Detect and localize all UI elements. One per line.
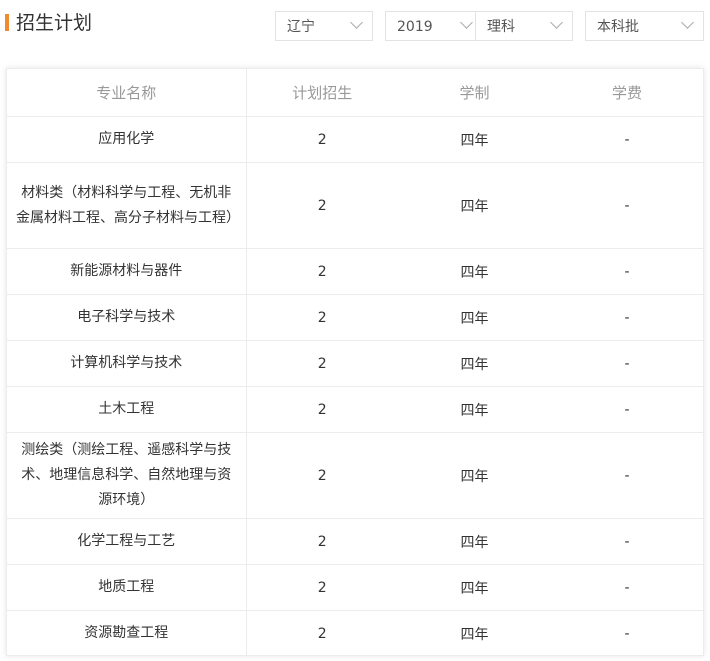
tuition-fee: - — [624, 625, 630, 642]
page-title: 招生计划 — [16, 12, 93, 34]
chevron-down-icon — [460, 16, 473, 29]
tuition-fee: - — [551, 294, 703, 341]
province-select[interactable]: 辽宁 — [275, 11, 373, 41]
table-row: 化学工程与工艺 2 四年 - — [7, 518, 703, 565]
province-select-value: 辽宁 — [287, 19, 315, 35]
chevron-down-icon — [550, 16, 563, 29]
tuition-fee: - — [551, 518, 703, 565]
major-name: 计算机科学与技术 — [7, 340, 247, 387]
table-header-row: 专业名称 计划招生 学制 学费 — [7, 69, 703, 117]
major-name: 地质工程 — [7, 564, 247, 611]
column-header-duration: 学制 — [398, 69, 551, 117]
table-row: 电子科学与技术 2 四年 - — [7, 294, 703, 341]
plan-count: 2 — [246, 248, 398, 295]
major-name: 土木工程 — [7, 386, 247, 433]
plan-count: 2 — [246, 340, 398, 387]
major-name: 资源勘查工程 — [7, 610, 247, 656]
enrollment-plan-table-card: 专业名称 计划招生 学制 学费 应用化学 2 四年 - 材料类（材料科学与工程、… — [6, 68, 704, 656]
chevron-down-icon — [350, 16, 363, 29]
study-duration: 四年 — [398, 518, 551, 565]
study-duration: 四年 — [398, 116, 551, 163]
plan-count: 2 — [246, 386, 398, 433]
major-name: 新能源材料与器件 — [7, 248, 247, 295]
chevron-down-icon — [681, 16, 694, 29]
major-name: 化学工程与工艺 — [7, 518, 247, 565]
table-row: 计算机科学与技术 2 四年 - — [7, 340, 703, 387]
table-row: 资源勘查工程 2 四年 - — [7, 610, 703, 656]
major-name: 测绘类（测绘工程、遥感科学与技术、地理信息科学、自然地理与资源环境） — [7, 432, 247, 519]
title-accent-bar — [5, 14, 9, 31]
subject-select-value: 理科 — [487, 19, 515, 35]
major-name: 应用化学 — [7, 116, 247, 163]
table-row: 应用化学 2 四年 - — [7, 116, 703, 163]
plan-count: 2 — [246, 432, 398, 519]
major-name: 材料类（材料科学与工程、无机非金属材料工程、高分子材料与工程） — [7, 162, 247, 249]
tuition-fee: - — [551, 432, 703, 519]
plan-count: 2 — [246, 518, 398, 565]
enrollment-plan-table: 专业名称 计划招生 学制 学费 应用化学 2 四年 - 材料类（材料科学与工程、… — [7, 69, 703, 656]
column-header-fee: 学费 — [551, 69, 703, 117]
table-row: 测绘类（测绘工程、遥感科学与技术、地理信息科学、自然地理与资源环境） 2 四年 … — [7, 432, 703, 519]
study-duration: 四年 — [460, 626, 489, 643]
study-duration: 四年 — [398, 340, 551, 387]
plan-count: 2 — [317, 625, 327, 642]
tuition-fee: - — [551, 116, 703, 163]
study-duration: 四年 — [398, 248, 551, 295]
tuition-fee: - — [551, 340, 703, 387]
column-header-major: 专业名称 — [7, 69, 247, 117]
tuition-fee: - — [551, 564, 703, 611]
plan-count: 2 — [246, 116, 398, 163]
subject-select[interactable]: 理科 — [475, 11, 573, 41]
table-row: 地质工程 2 四年 - — [7, 564, 703, 611]
plan-count: 2 — [246, 294, 398, 341]
plan-count: 2 — [246, 564, 398, 611]
study-duration: 四年 — [398, 432, 551, 519]
tuition-fee: - — [551, 162, 703, 249]
major-name: 电子科学与技术 — [7, 294, 247, 341]
tuition-fee: - — [551, 386, 703, 433]
table-row: 材料类（材料科学与工程、无机非金属材料工程、高分子材料与工程） 2 四年 - — [7, 162, 703, 249]
study-duration: 四年 — [398, 386, 551, 433]
column-header-plan: 计划招生 — [246, 69, 398, 117]
table-row: 土木工程 2 四年 - — [7, 386, 703, 433]
study-duration: 四年 — [398, 294, 551, 341]
year-select[interactable]: 2019 — [385, 11, 483, 41]
plan-count: 2 — [246, 162, 398, 249]
year-select-value: 2019 — [397, 19, 433, 35]
study-duration: 四年 — [398, 564, 551, 611]
study-duration: 四年 — [398, 162, 551, 249]
batch-select-value: 本科批 — [597, 19, 639, 35]
batch-select[interactable]: 本科批 — [585, 11, 704, 41]
tuition-fee: - — [551, 248, 703, 295]
table-row: 新能源材料与器件 2 四年 - — [7, 248, 703, 295]
